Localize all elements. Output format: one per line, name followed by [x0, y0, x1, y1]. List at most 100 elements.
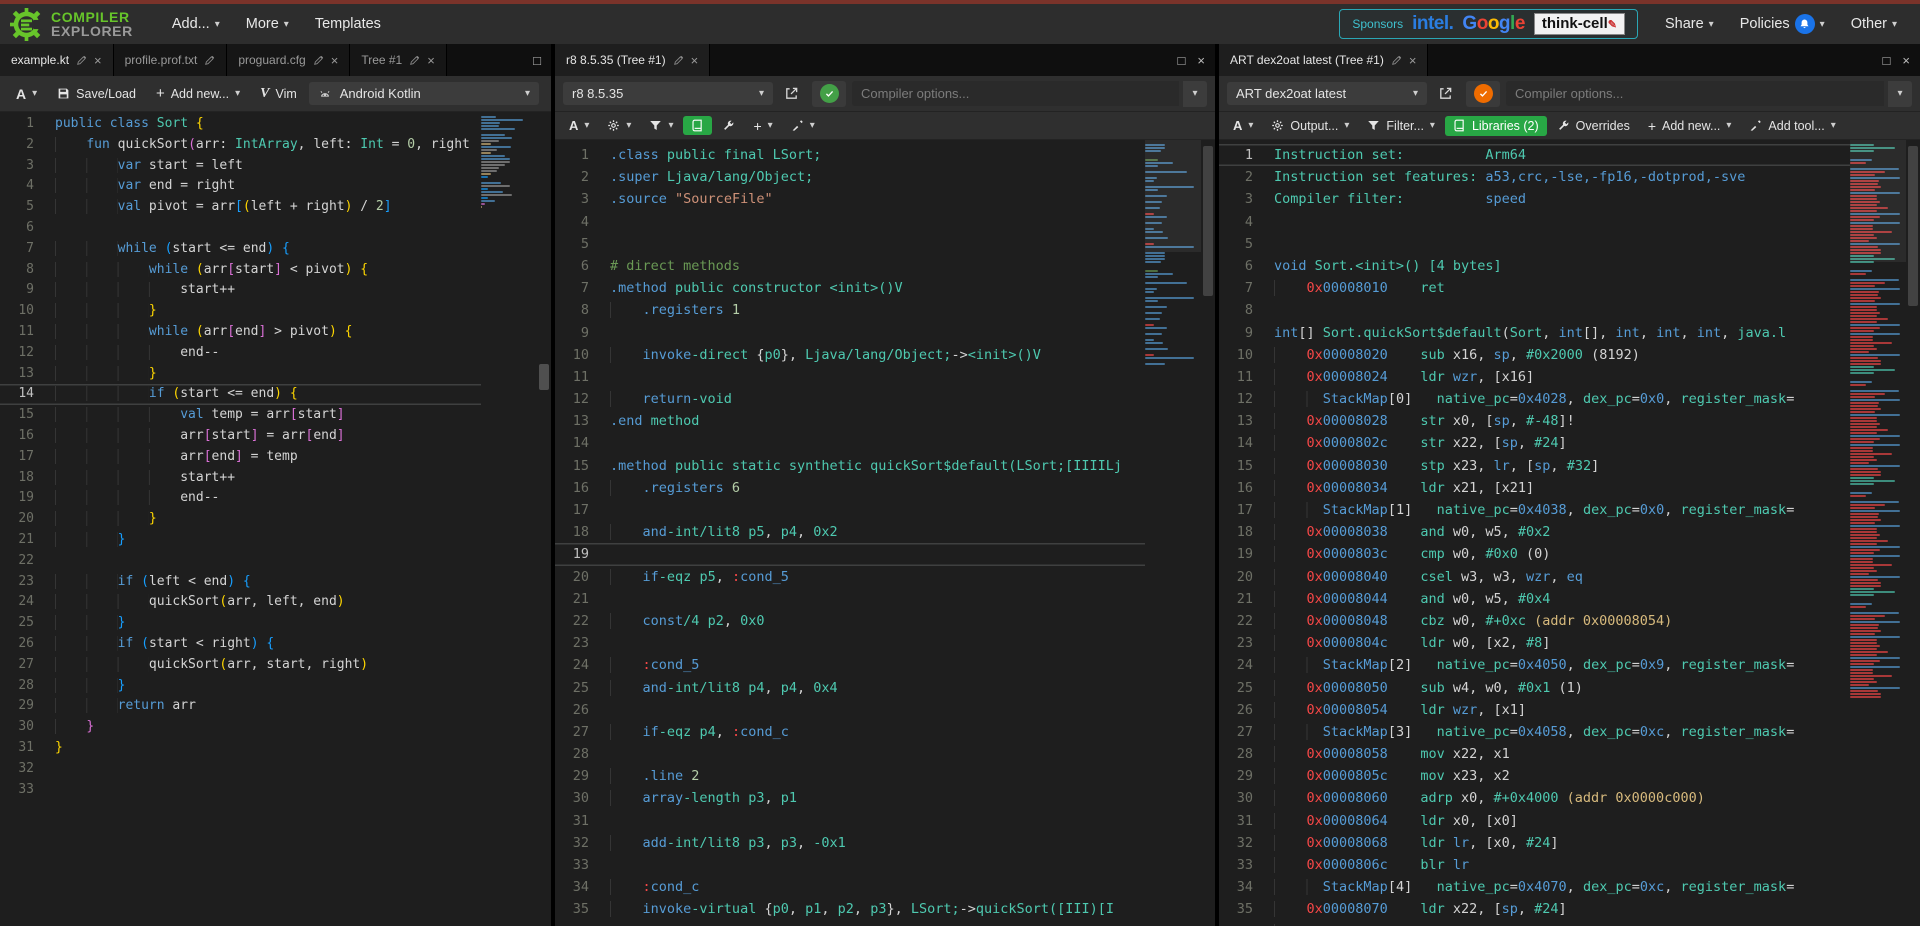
code-line[interactable]: 1 public class Sort {	[0, 114, 481, 135]
open-in-new-window-button[interactable]	[777, 83, 806, 104]
code-line[interactable]: 22 0x00008048 cbz w0, #+0xc (addr 0x0000…	[1219, 610, 1850, 632]
rename-icon[interactable]	[409, 55, 420, 66]
rename-icon[interactable]	[204, 55, 215, 66]
tab-tree-1[interactable]: Tree #1 ×	[350, 44, 447, 76]
code-line[interactable]: 24 quickSort(arr, left, end)	[0, 592, 481, 613]
font-size-button[interactable]: A ▾	[1225, 115, 1261, 136]
code-line[interactable]: 21	[555, 588, 1145, 610]
code-line[interactable]: 17 arr[end] = temp	[0, 447, 481, 468]
code-line[interactable]: 31	[555, 810, 1145, 832]
code-line[interactable]: 5	[555, 233, 1145, 255]
code-line[interactable]: 2 .super Ljava/lang/Object;	[555, 166, 1145, 188]
menu-add[interactable]: Add... ▾	[159, 4, 233, 44]
code-line[interactable]: 28	[555, 743, 1145, 765]
code-line[interactable]: 4	[1219, 211, 1850, 233]
code-line[interactable]: 26 0x00008054 ldr wzr, [x1]	[1219, 699, 1850, 721]
tab-r8-8-5-35-tree-1-[interactable]: r8 8.5.35 (Tree #1) ×	[555, 44, 711, 76]
maximize-pane-icon[interactable]: □	[533, 53, 541, 68]
code-line[interactable]: 1 Instruction set: Arm64	[1219, 144, 1850, 166]
code-line[interactable]: 35 invoke-virtual {p0, p1, p2, p3}, LSor…	[555, 898, 1145, 920]
code-line[interactable]: 29 .line 2	[555, 765, 1145, 787]
vim-toggle-button[interactable]: V Vim	[252, 83, 305, 105]
code-line[interactable]: 7 0x00008010 ret	[1219, 277, 1850, 299]
code-line[interactable]: 32 add-int/lit8 p3, p3, -0x1	[555, 832, 1145, 854]
rename-icon[interactable]	[76, 55, 87, 66]
menu-more[interactable]: More ▾	[233, 4, 302, 44]
sponsors-box[interactable]: Sponsors intel. Google think-cell✎	[1339, 9, 1638, 39]
close-tab-icon[interactable]: ×	[691, 54, 699, 67]
code-line[interactable]: 1 .class public final LSort;	[555, 144, 1145, 166]
close-tab-icon[interactable]: ×	[427, 54, 435, 67]
code-line[interactable]: 15 0x00008030 stp x23, lr, [sp, #32]	[1219, 455, 1850, 477]
add-new-button[interactable]: + Add new... ▾	[148, 82, 248, 105]
code-line[interactable]: 13 .end method	[555, 410, 1145, 432]
libraries-button[interactable]	[683, 116, 713, 135]
code-line[interactable]: 31}	[0, 738, 481, 759]
code-line[interactable]: 8	[1219, 299, 1850, 321]
code-line[interactable]: 36	[555, 921, 1145, 926]
code-line[interactable]: 8 .registers 1	[555, 299, 1145, 321]
close-pane-icon[interactable]: ×	[1197, 53, 1205, 68]
code-line[interactable]: 21 }	[0, 530, 481, 551]
vertical-scrollbar[interactable]	[1201, 140, 1215, 926]
art-output-editor[interactable]: 1 Instruction set: Arm64 2 Instruction set …	[1219, 140, 1920, 926]
code-line[interactable]: 9 int[] Sort.quickSort$default(Sort, int[…	[1219, 322, 1850, 344]
code-line[interactable]: 36 0x00008074 ldp x23, lr, [sp, #32]	[1219, 921, 1850, 926]
code-line[interactable]: 2 Instruction set features: a53,crc,-lse,…	[1219, 166, 1850, 188]
code-line[interactable]: 22 const/4 p2, 0x0	[555, 610, 1145, 632]
code-line[interactable]: 30 }	[0, 717, 481, 738]
menu-share[interactable]: Share ▾	[1652, 4, 1727, 44]
code-line[interactable]: 6 # direct methods	[555, 255, 1145, 277]
code-line[interactable]: 19 0x0000803c cmp w0, #0x0 (0)	[1219, 543, 1850, 565]
font-size-button[interactable]: A ▾	[561, 115, 597, 136]
add-new-button[interactable]: + ▾	[745, 115, 780, 137]
rename-icon[interactable]	[673, 55, 684, 66]
code-line[interactable]: 24 StackMap[2] native_pc=0x4050, dex_pc=…	[1219, 654, 1850, 676]
code-line[interactable]: 3 Compiler filter: speed	[1219, 188, 1850, 210]
maximize-pane-icon[interactable]: □	[1883, 53, 1891, 68]
code-line[interactable]: 3 var start = left	[0, 156, 481, 177]
code-line[interactable]: 11 while (arr[end] > pivot) {	[0, 322, 481, 343]
code-line[interactable]: 30 0x00008060 adrp x0, #+0x4000 (addr 0x…	[1219, 787, 1850, 809]
think-cell-logo[interactable]: think-cell✎	[1533, 13, 1625, 35]
code-line[interactable]: 3 .source "SourceFile"	[555, 188, 1145, 210]
code-line[interactable]: 19	[555, 543, 1145, 565]
close-tab-icon[interactable]: ×	[1409, 54, 1417, 67]
intel-logo[interactable]: intel.	[1412, 13, 1454, 35]
tab-profile-prof-txt[interactable]: profile.prof.txt	[113, 44, 228, 76]
close-tab-icon[interactable]: ×	[94, 54, 102, 67]
language-select[interactable]: Android Kotlin ▾	[308, 82, 539, 105]
tab-art-dex2oat-latest-tree-1-[interactable]: ART dex2oat latest (Tree #1) ×	[1219, 44, 1429, 76]
scrollbar-thumb[interactable]	[539, 364, 549, 390]
code-line[interactable]: 20 if-eqz p5, :cond_5	[555, 566, 1145, 588]
code-line[interactable]: 11	[555, 366, 1145, 388]
code-line[interactable]: 7 while (start <= end) {	[0, 239, 481, 260]
open-in-new-window-button[interactable]	[1431, 83, 1460, 104]
code-line[interactable]: 33	[555, 854, 1145, 876]
code-line[interactable]: 25 }	[0, 613, 481, 634]
minimap[interactable]	[1850, 140, 1906, 926]
output-options-button[interactable]: Output... ▾	[1263, 116, 1357, 136]
overrides-button[interactable]	[714, 116, 743, 135]
code-line[interactable]: 6	[0, 218, 481, 239]
art-output-code[interactable]: 1 Instruction set: Arm64 2 Instruction set …	[1219, 140, 1850, 926]
compiler-explorer-logo[interactable]: COMPILER EXPLORER	[10, 7, 133, 41]
code-line[interactable]: 31 0x00008064 ldr x0, [x0]	[1219, 810, 1850, 832]
code-line[interactable]: 33 0x0000806c blr lr	[1219, 854, 1850, 876]
code-line[interactable]: 35 0x00008070 ldr x22, [sp, #24]	[1219, 898, 1850, 920]
maximize-pane-icon[interactable]: □	[1178, 53, 1186, 68]
scrollbar-thumb[interactable]	[1203, 146, 1213, 296]
rename-icon[interactable]	[313, 55, 324, 66]
code-line[interactable]: 13 0x00008028 str x0, [sp, #-48]!	[1219, 410, 1850, 432]
code-line[interactable]: 23 0x0000804c ldr w0, [x2, #8]	[1219, 632, 1850, 654]
filter-button[interactable]: Filter... ▾	[1359, 116, 1443, 136]
vertical-scrollbar[interactable]	[537, 112, 551, 926]
compile-status[interactable]	[812, 80, 846, 107]
add-new-button[interactable]: + Add new... ▾	[1640, 115, 1740, 137]
overrides-button[interactable]: Overrides	[1549, 116, 1638, 136]
tab-proguard-cfg[interactable]: proguard.cfg ×	[227, 44, 351, 76]
compiler-options-input[interactable]	[852, 81, 1179, 106]
code-line[interactable]: 28 0x00008058 mov x22, x1	[1219, 743, 1850, 765]
code-line[interactable]: 19 end--	[0, 488, 481, 509]
code-line[interactable]: 21 0x00008044 and w0, w5, #0x4	[1219, 588, 1850, 610]
